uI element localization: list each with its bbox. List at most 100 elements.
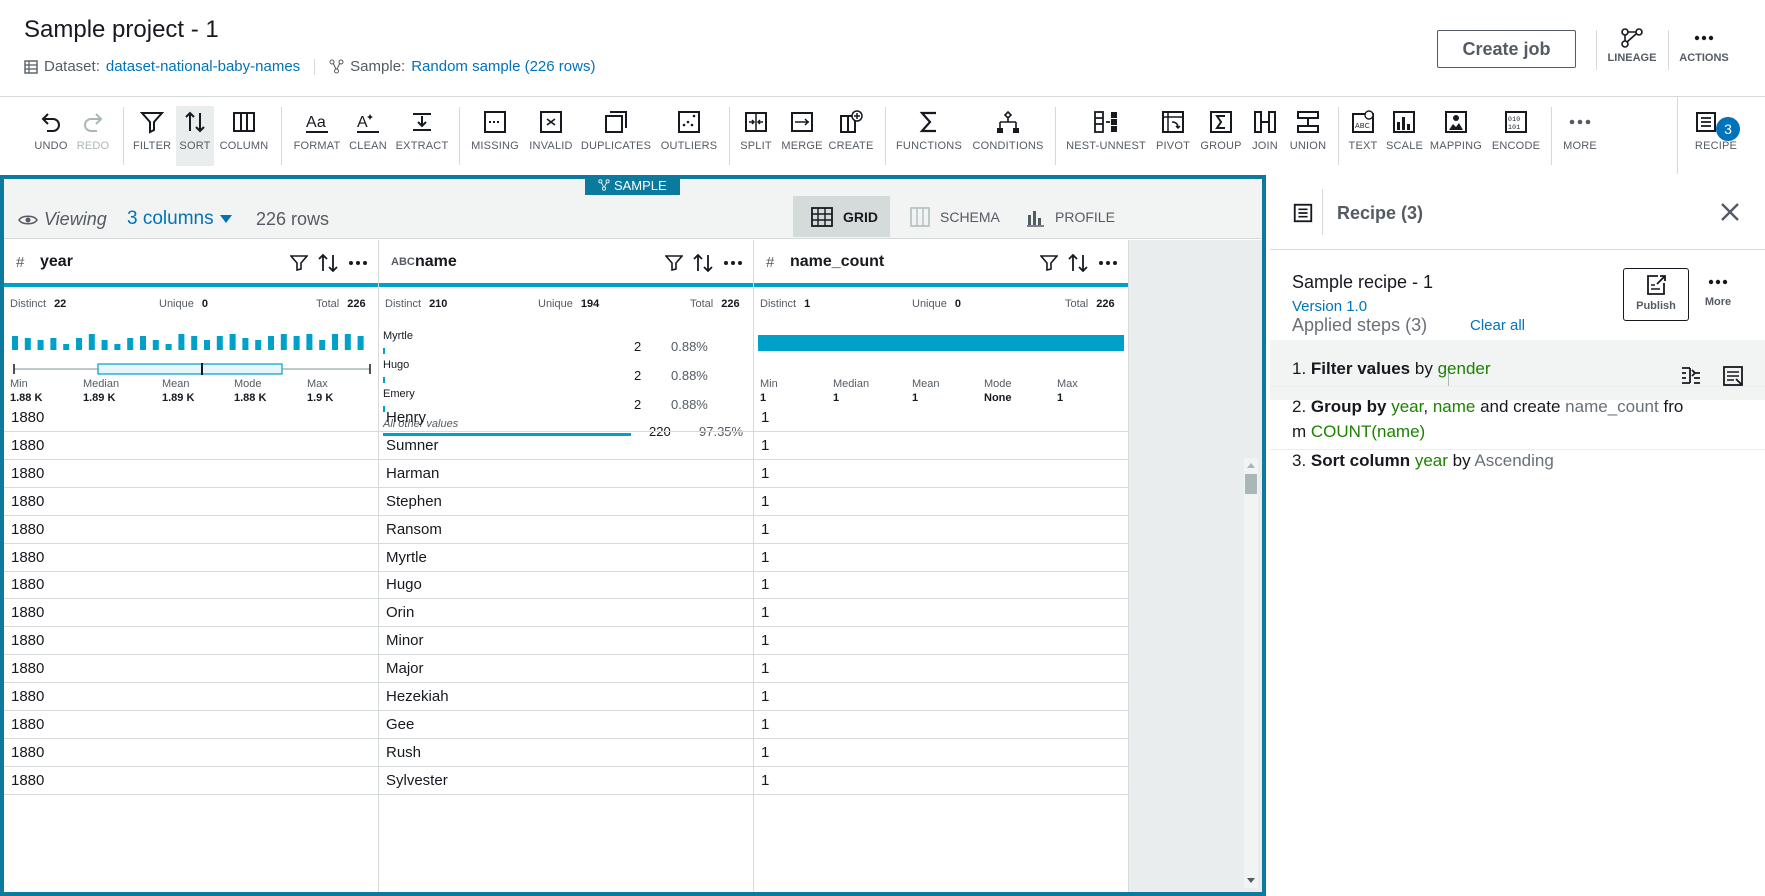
table-cell-name-count[interactable]: 1 xyxy=(754,599,1128,628)
sample-link[interactable]: Random sample (226 rows) xyxy=(411,58,595,75)
table-cell-name[interactable]: Major xyxy=(379,655,753,684)
tab-grid[interactable]: GRID xyxy=(793,196,890,237)
actions-button[interactable]: ACTIONS xyxy=(1668,28,1740,64)
table-cell-year[interactable]: 1880 xyxy=(4,516,378,544)
sort-button[interactable]: SORT xyxy=(176,106,214,166)
sort-icon[interactable] xyxy=(693,254,713,272)
create-job-button[interactable]: Create job xyxy=(1437,30,1576,68)
table-cell-name-count[interactable]: 1 xyxy=(754,571,1128,600)
outliers-button[interactable]: OUTLIERS xyxy=(658,106,720,166)
clean-button[interactable]: A CLEAN xyxy=(348,106,388,166)
column-header-name-count[interactable]: # name_count xyxy=(754,240,1128,287)
extract-button[interactable]: EXTRACT xyxy=(394,106,450,166)
lineage-button[interactable]: LINEAGE xyxy=(1596,28,1668,64)
table-cell-name[interactable]: Minor xyxy=(379,627,753,656)
table-cell-year[interactable]: 1880 xyxy=(4,711,378,739)
filter-button[interactable]: FILTER xyxy=(133,106,171,166)
recipe-step-1[interactable]: 1. Filter values by gender xyxy=(1292,356,1752,381)
table-cell-name[interactable]: Henry xyxy=(379,404,753,432)
undo-button[interactable]: UNDO xyxy=(34,106,68,166)
text-button[interactable]: ABC TEXT xyxy=(1346,106,1380,166)
table-cell-name[interactable]: Hezekiah xyxy=(379,683,753,711)
invalid-button[interactable]: INVALID xyxy=(528,106,574,166)
close-icon[interactable] xyxy=(1719,201,1741,223)
filter-icon[interactable] xyxy=(665,255,683,271)
scrollbar-thumb[interactable] xyxy=(1245,474,1257,494)
column-button[interactable]: COLUMN xyxy=(218,106,270,166)
create-button[interactable]: CREATE xyxy=(828,106,874,166)
functions-button[interactable]: FUNCTIONS xyxy=(894,106,964,166)
table-cell-name-count[interactable]: 1 xyxy=(754,683,1128,711)
recipe-version[interactable]: Version 1.0 xyxy=(1292,298,1367,315)
mapping-button[interactable]: MAPPING xyxy=(1427,106,1485,166)
clear-all-link[interactable]: Clear all xyxy=(1470,317,1525,334)
table-cell-name[interactable]: Rush xyxy=(379,739,753,767)
pivot-button[interactable]: PIVOT xyxy=(1153,106,1193,166)
table-cell-name[interactable]: Sylvester xyxy=(379,767,753,795)
filter-icon[interactable] xyxy=(290,255,308,271)
merge-button[interactable]: MERGE xyxy=(780,106,824,166)
table-cell-year[interactable]: 1880 xyxy=(4,655,378,684)
table-cell-year[interactable]: 1880 xyxy=(4,404,378,432)
table-cell-name[interactable]: Gee xyxy=(379,711,753,739)
table-cell-name[interactable]: Sumner xyxy=(379,432,753,460)
table-cell-year[interactable]: 1880 xyxy=(4,460,378,488)
recipe-step-3[interactable]: 3. Sort column year by Ascending xyxy=(1292,448,1752,473)
table-cell-year[interactable]: 1880 xyxy=(4,767,378,795)
nest-unnest-button[interactable]: NEST-UNNEST xyxy=(1064,106,1148,166)
table-cell-name-count[interactable]: 1 xyxy=(754,739,1128,767)
recipe-step-2[interactable]: 2. Group by year, name and create name_c… xyxy=(1292,394,1752,444)
table-cell-name-count[interactable]: 1 xyxy=(754,544,1128,572)
table-cell-year[interactable]: 1880 xyxy=(4,683,378,711)
table-cell-name-count[interactable]: 1 xyxy=(754,404,1128,432)
tab-schema[interactable]: SCHEMA xyxy=(892,196,1002,237)
table-cell-name[interactable]: Orin xyxy=(379,599,753,628)
split-button[interactable]: SPLIT xyxy=(738,106,774,166)
table-cell-name-count[interactable]: 1 xyxy=(754,432,1128,460)
union-button[interactable]: UNION xyxy=(1287,106,1329,166)
filter-icon[interactable] xyxy=(1040,255,1058,271)
duplicates-button[interactable]: DUPLICATES xyxy=(580,106,652,166)
table-cell-name-count[interactable]: 1 xyxy=(754,516,1128,544)
recipe-more-button[interactable]: More xyxy=(1694,272,1742,308)
column-header-year[interactable]: # year xyxy=(4,240,378,287)
table-cell-name-count[interactable]: 1 xyxy=(754,627,1128,656)
table-cell-name-count[interactable]: 1 xyxy=(754,488,1128,516)
missing-button[interactable]: MISSING xyxy=(468,106,522,166)
sort-icon[interactable] xyxy=(1068,254,1088,272)
scroll-down-icon[interactable] xyxy=(1244,876,1258,886)
table-cell-year[interactable]: 1880 xyxy=(4,571,378,600)
table-cell-year[interactable]: 1880 xyxy=(4,544,378,572)
table-cell-name[interactable]: Harman xyxy=(379,460,753,488)
table-cell-name[interactable]: Myrtle xyxy=(379,544,753,572)
table-cell-year[interactable]: 1880 xyxy=(4,432,378,460)
more-button[interactable]: MORE xyxy=(1560,106,1600,166)
group-button[interactable]: GROUP xyxy=(1199,106,1243,166)
ellipsis-icon[interactable] xyxy=(723,260,743,266)
ellipsis-icon[interactable] xyxy=(1098,260,1118,266)
join-button[interactable]: JOIN xyxy=(1248,106,1282,166)
table-cell-name-count[interactable]: 1 xyxy=(754,655,1128,684)
table-cell-name-count[interactable]: 1 xyxy=(754,460,1128,488)
sort-icon[interactable] xyxy=(318,254,338,272)
columns-dropdown[interactable]: 3 columns xyxy=(127,208,233,230)
table-cell-year[interactable]: 1880 xyxy=(4,739,378,767)
column-header-name[interactable]: ABC name xyxy=(379,240,753,287)
tab-profile[interactable]: PROFILE xyxy=(1007,196,1127,237)
vertical-scrollbar[interactable] xyxy=(1244,458,1258,888)
dataset-link[interactable]: dataset-national-baby-names xyxy=(106,58,300,75)
table-cell-name[interactable]: Ransom xyxy=(379,516,753,544)
table-cell-year[interactable]: 1880 xyxy=(4,627,378,656)
table-cell-year[interactable]: 1880 xyxy=(4,488,378,516)
table-cell-name-count[interactable]: 1 xyxy=(754,767,1128,795)
redo-button[interactable]: REDO xyxy=(76,106,110,166)
encode-button[interactable]: 010 101 ENCODE xyxy=(1490,106,1542,166)
table-cell-year[interactable]: 1880 xyxy=(4,599,378,628)
scale-button[interactable]: SCALE xyxy=(1386,106,1423,166)
scroll-up-icon[interactable] xyxy=(1244,460,1258,470)
ellipsis-icon[interactable] xyxy=(348,260,368,266)
conditions-button[interactable]: CONDITIONS xyxy=(970,106,1046,166)
table-cell-name[interactable]: Hugo xyxy=(379,571,753,600)
table-cell-name-count[interactable]: 1 xyxy=(754,711,1128,739)
format-button[interactable]: Aa FORMAT xyxy=(292,106,342,166)
